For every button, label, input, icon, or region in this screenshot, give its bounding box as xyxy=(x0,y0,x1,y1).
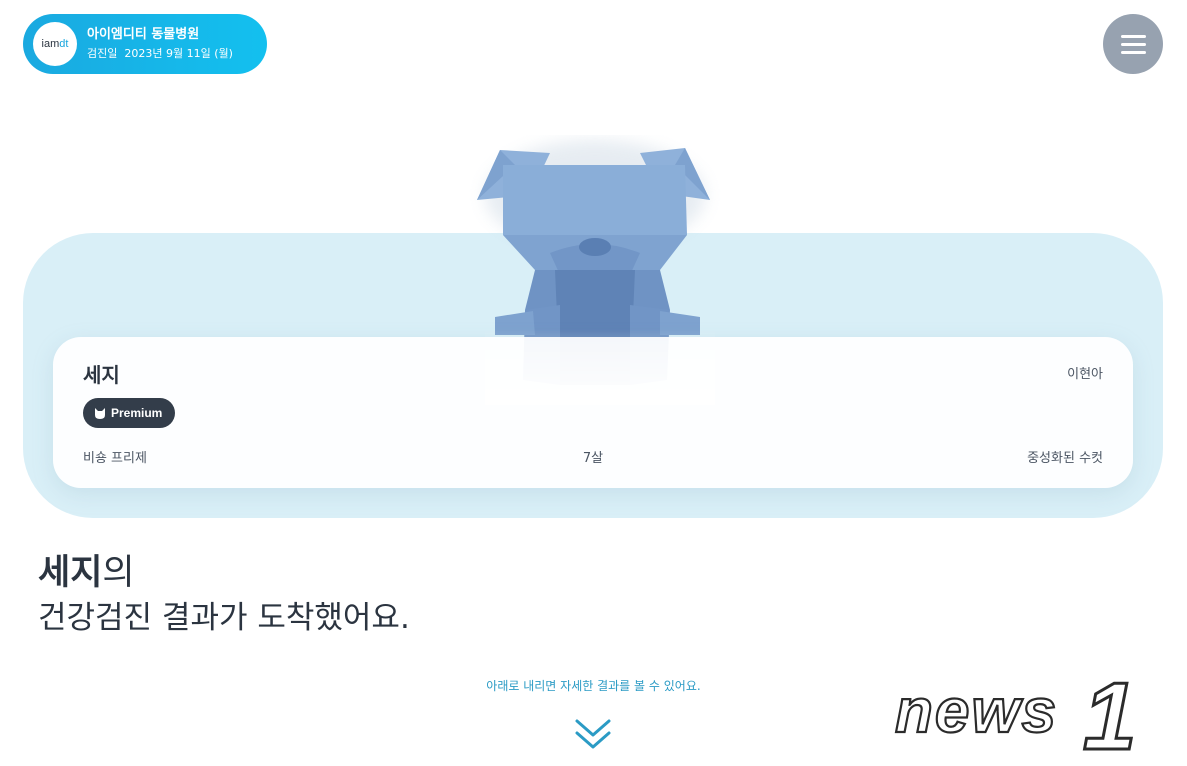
headline-pet-name: 세지 xyxy=(38,553,103,593)
exam-date-row: 검진일 2023년 9월 11일 (월) xyxy=(87,46,233,62)
exam-date-label: 검진일 xyxy=(87,47,118,60)
hospital-logo: iam dt xyxy=(33,22,77,66)
result-headline: 세지의 건강검진 결과가 도착했어요. xyxy=(38,551,410,640)
cat-icon xyxy=(95,407,105,419)
pet-sex: 중성화된 수컷 xyxy=(1027,451,1103,466)
hamburger-icon-bar xyxy=(1120,42,1146,46)
logo-text-accent: dt xyxy=(59,38,69,50)
hospital-name: 아이엠디티 동물병원 xyxy=(87,27,200,42)
pet-profile-card: 세지 이현아 Premium 비숑 프리제 7살 중성화된 수컷 xyxy=(53,337,1133,488)
headline-message: 건강검진 결과가 도착했어요. xyxy=(38,600,410,636)
logo-text: iam xyxy=(41,38,60,50)
news1-watermark: news 1 xyxy=(894,664,1138,759)
watermark-number: 1 xyxy=(1083,664,1136,759)
pet-age: 7살 xyxy=(582,451,604,466)
hamburger-icon-bar xyxy=(1120,50,1146,54)
premium-badge: Premium xyxy=(83,398,176,428)
headline-title: 세지의 xyxy=(38,551,410,595)
pet-name: 세지 xyxy=(83,363,120,387)
exam-date: 2023년 9월 11일 (월) xyxy=(124,47,233,60)
watermark-text: news xyxy=(895,677,1058,746)
menu-button[interactable] xyxy=(1103,14,1163,74)
owner-name: 이현아 xyxy=(1067,367,1103,382)
hamburger-icon xyxy=(1120,34,1146,38)
hospital-header[interactable]: iam dt 아이엠디티 동물병원 검진일 2023년 9월 11일 (월) xyxy=(23,14,267,74)
premium-label: Premium xyxy=(111,406,163,420)
chevron-double-down-icon[interactable] xyxy=(574,716,612,754)
headline-suffix: 의 xyxy=(102,553,135,593)
